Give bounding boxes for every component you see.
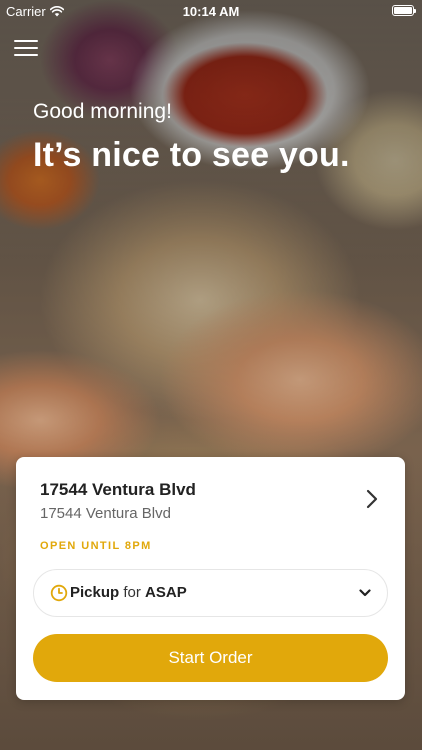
order-card: 17544 Ventura Blvd 17544 Ventura Blvd OP… — [16, 457, 405, 700]
menu-line — [14, 47, 38, 49]
location-selector[interactable]: 17544 Ventura Blvd 17544 Ventura Blvd — [16, 457, 405, 537]
battery-icon — [392, 5, 416, 16]
status-bar: Carrier 10:14 AM — [0, 0, 422, 22]
app-screen: Carrier 10:14 AM Good morning! It’s nice… — [0, 0, 422, 750]
order-time: ASAP — [145, 584, 187, 601]
menu-line — [14, 54, 38, 56]
greeting-text: Good morning! — [33, 100, 172, 123]
chevron-down-icon — [359, 589, 371, 597]
order-mode: Pickup — [70, 584, 120, 601]
open-status-label: OPEN UNTIL 8PM — [40, 540, 152, 552]
chevron-right-icon — [366, 489, 378, 509]
headline-text: It’s nice to see you. — [33, 136, 350, 174]
menu-line — [14, 40, 38, 42]
status-time: 10:14 AM — [182, 4, 240, 19]
location-address: 17544 Ventura Blvd — [40, 505, 171, 522]
hamburger-menu-icon[interactable] — [14, 38, 38, 58]
order-type-dropdown[interactable]: Pickup for ASAP — [33, 569, 388, 617]
order-type-text: Pickup for ASAP — [70, 584, 187, 601]
order-connector: for — [123, 584, 141, 601]
start-order-button[interactable]: Start Order — [33, 634, 388, 682]
battery-level — [394, 7, 412, 14]
location-name: 17544 Ventura Blvd — [40, 480, 196, 499]
clock-icon — [50, 584, 68, 602]
